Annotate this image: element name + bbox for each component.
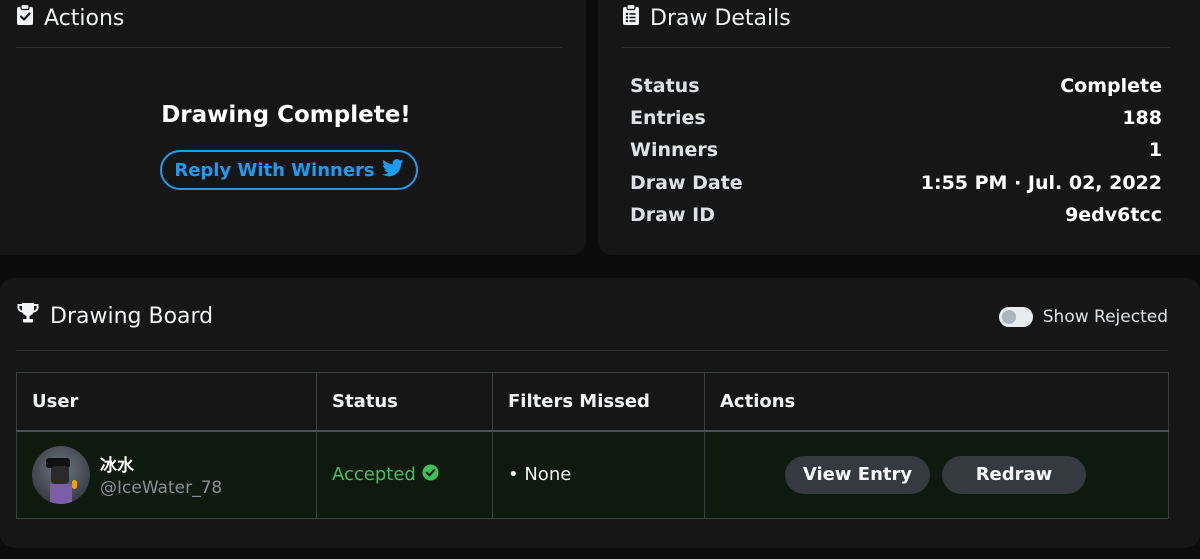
actions-cell: View Entry Redraw	[704, 430, 1169, 519]
actions-title: Actions	[44, 5, 125, 31]
drawing-board-header: Drawing Board	[16, 302, 213, 330]
detail-row-draw-date: Draw Date 1:55 PM · Jul. 02, 2022	[630, 172, 1162, 194]
column-header-status: Status	[316, 372, 493, 432]
actions-panel: Actions Drawing Complete! Reply With Win…	[0, 0, 586, 255]
drawing-board-title: Drawing Board	[50, 303, 214, 329]
detail-row-status: Status Complete	[630, 75, 1162, 97]
clipboard-list-icon	[622, 3, 640, 32]
user-handle[interactable]: @IceWater_78	[100, 478, 222, 498]
drawing-board-table: User Status Filters Missed Actions 冰水 @I…	[16, 372, 1169, 519]
clipboard-check-icon	[16, 3, 34, 32]
filters-missed-cell: • None	[492, 430, 705, 519]
toggle-knob	[1001, 310, 1016, 324]
show-rejected-toggle-group: Show Rejected	[998, 307, 1168, 327]
drawing-board-panel: Drawing Board Show Rejected User Status …	[0, 278, 1200, 548]
filters-missed-value: • None	[508, 464, 572, 486]
detail-label: Status	[630, 75, 700, 97]
redraw-button[interactable]: Redraw	[942, 455, 1086, 494]
reply-button-label: Reply With Winners	[174, 159, 375, 181]
detail-row-winners: Winners 1	[630, 139, 1162, 161]
reply-with-winners-button[interactable]: Reply With Winners	[160, 150, 418, 190]
detail-value: Complete	[1060, 75, 1162, 97]
detail-label: Entries	[630, 107, 706, 129]
actions-header: Actions	[16, 3, 125, 32]
detail-row-entries: Entries 188	[630, 107, 1162, 129]
detail-label: Draw ID	[630, 204, 715, 226]
draw-details-header: Draw Details	[622, 3, 791, 32]
draw-details-panel: Draw Details Status Complete Entries 188…	[598, 0, 1200, 255]
user-cell: 冰水 @IceWater_78	[16, 430, 317, 519]
check-circle-icon	[422, 464, 439, 486]
drawing-complete-title: Drawing Complete!	[161, 102, 411, 128]
trophy-icon	[16, 302, 40, 330]
board-divider	[16, 350, 1168, 351]
column-header-filters-missed: Filters Missed	[492, 372, 705, 432]
draw-details-title: Draw Details	[650, 5, 791, 31]
detail-value: 188	[1122, 107, 1162, 129]
detail-value: 1	[1148, 139, 1162, 161]
user-display-name[interactable]: 冰水	[100, 451, 222, 476]
column-header-actions: Actions	[704, 372, 1169, 432]
detail-label: Winners	[630, 139, 719, 161]
actions-divider	[16, 47, 562, 48]
avatar[interactable]	[32, 445, 90, 504]
status-cell: Accepted	[316, 430, 493, 519]
detail-value: 9edv6tcc	[1065, 204, 1162, 226]
table-row: 冰水 @IceWater_78 Accepted • None View Ent…	[16, 430, 1169, 519]
show-rejected-label: Show Rejected	[1042, 307, 1168, 327]
show-rejected-toggle[interactable]	[998, 307, 1033, 327]
detail-row-draw-id: Draw ID 9edv6tcc	[630, 204, 1162, 226]
view-entry-button[interactable]: View Entry	[785, 455, 930, 494]
column-header-user: User	[16, 372, 317, 432]
twitter-bird-icon	[381, 158, 404, 182]
table-header-row: User Status Filters Missed Actions	[16, 372, 1169, 432]
status-text: Accepted	[332, 464, 416, 486]
detail-label: Draw Date	[630, 172, 743, 194]
details-divider	[622, 47, 1170, 48]
detail-value: 1:55 PM · Jul. 02, 2022	[920, 172, 1162, 194]
